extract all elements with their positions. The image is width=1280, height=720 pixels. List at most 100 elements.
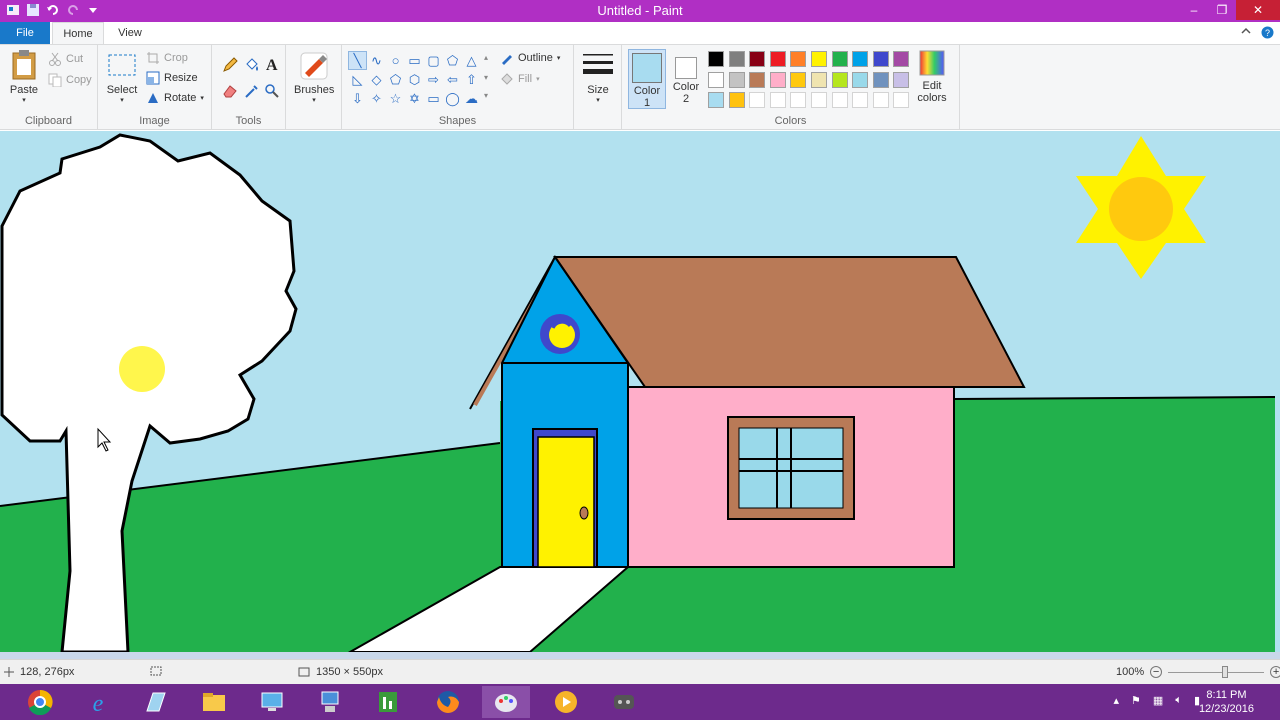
palette-swatch[interactable] bbox=[728, 51, 745, 67]
palette-swatch[interactable] bbox=[893, 71, 910, 88]
tab-home[interactable]: Home bbox=[52, 22, 104, 44]
palette-swatch[interactable] bbox=[728, 92, 745, 108]
show-hidden-icons-icon[interactable]: ▴ bbox=[1114, 694, 1120, 707]
right-triangle-shape-icon[interactable]: ◺ bbox=[348, 70, 367, 89]
down-arrow-shape-icon[interactable]: ⇩ bbox=[348, 89, 367, 108]
spreadsheet-taskbar-icon[interactable] bbox=[364, 686, 412, 718]
triangle-shape-icon[interactable]: △ bbox=[462, 51, 481, 70]
palette-swatch[interactable] bbox=[728, 71, 745, 88]
color1-button[interactable]: Color 1 bbox=[628, 49, 666, 109]
fill-button[interactable]: Fill ▾ bbox=[500, 72, 540, 86]
palette-swatch[interactable] bbox=[852, 92, 869, 108]
palette-swatch[interactable] bbox=[790, 51, 807, 67]
firefox-taskbar-icon[interactable] bbox=[424, 686, 472, 718]
palette-swatch[interactable] bbox=[749, 71, 766, 88]
palette-swatch[interactable] bbox=[769, 51, 786, 67]
tab-file[interactable]: File bbox=[0, 22, 50, 44]
palette-swatch[interactable] bbox=[769, 71, 786, 88]
crop-button[interactable]: Crop bbox=[146, 51, 188, 65]
palette-swatch[interactable] bbox=[708, 71, 724, 88]
palette-swatch[interactable] bbox=[790, 71, 807, 88]
diamond-shape-icon[interactable]: ◇ bbox=[367, 70, 386, 89]
curve-shape-icon[interactable]: ∿ bbox=[367, 51, 386, 70]
internet-explorer-taskbar-icon[interactable]: e bbox=[74, 686, 122, 718]
palette-swatch[interactable] bbox=[831, 71, 848, 88]
shapes-scroll-up-icon[interactable]: ▴ bbox=[484, 53, 488, 62]
six-point-star-shape-icon[interactable]: ✡ bbox=[405, 89, 424, 108]
palette-swatch[interactable] bbox=[749, 51, 766, 67]
brushes-button[interactable]: Brushes ▾ bbox=[294, 49, 334, 104]
hexagon-shape-icon[interactable]: ⬡ bbox=[405, 70, 424, 89]
paint-taskbar-icon[interactable] bbox=[482, 686, 530, 718]
zoom-slider[interactable] bbox=[1168, 665, 1265, 678]
palette-swatch[interactable] bbox=[708, 51, 724, 67]
notepad-taskbar-icon[interactable] bbox=[132, 686, 180, 718]
size-button[interactable]: Size ▾ bbox=[580, 51, 616, 104]
file-explorer-taskbar-icon[interactable] bbox=[190, 686, 238, 718]
copy-button[interactable]: Copy bbox=[48, 73, 92, 87]
rectangle-shape-icon[interactable]: ▭ bbox=[405, 51, 424, 70]
media-taskbar-icon[interactable] bbox=[542, 686, 590, 718]
palette-swatch[interactable] bbox=[749, 92, 766, 108]
up-arrow-shape-icon[interactable]: ⇧ bbox=[462, 70, 481, 89]
zoom-out-button[interactable]: − bbox=[1150, 666, 1163, 678]
oval-callout-shape-icon[interactable]: ◯ bbox=[443, 89, 462, 108]
minimize-button[interactable]: – bbox=[1180, 0, 1208, 20]
text-tool-icon[interactable]: A bbox=[264, 55, 280, 76]
shapes-more-icon[interactable]: ▾ bbox=[484, 91, 488, 100]
palette-swatch[interactable] bbox=[708, 92, 724, 108]
tab-view[interactable]: View bbox=[108, 22, 152, 44]
cut-button[interactable]: Cut bbox=[48, 52, 83, 66]
select-button[interactable]: Select ▾ bbox=[104, 49, 140, 104]
edit-colors-button[interactable]: Edit colors bbox=[910, 49, 954, 104]
palette-swatch[interactable] bbox=[852, 51, 869, 67]
palette-swatch[interactable] bbox=[790, 92, 807, 108]
cloud-callout-shape-icon[interactable]: ☁ bbox=[462, 89, 481, 108]
line-shape-icon[interactable]: ╲ bbox=[348, 51, 367, 70]
palette-swatch[interactable] bbox=[831, 92, 848, 108]
zoom-in-button[interactable]: + bbox=[1270, 666, 1280, 678]
network-taskbar-icon[interactable] bbox=[306, 686, 354, 718]
rotate-button[interactable]: Rotate ▾ bbox=[146, 91, 204, 105]
rectangle-callout-shape-icon[interactable]: ▭ bbox=[424, 89, 443, 108]
drawing-canvas[interactable] bbox=[0, 131, 1280, 652]
eraser-icon[interactable] bbox=[222, 83, 238, 102]
magnifier-icon[interactable] bbox=[264, 83, 280, 102]
palette-swatch[interactable] bbox=[893, 92, 910, 108]
restore-button[interactable]: ❐ bbox=[1208, 0, 1236, 20]
outline-button[interactable]: Outline ▾ bbox=[500, 51, 560, 65]
rounded-rectangle-shape-icon[interactable]: ▢ bbox=[424, 51, 443, 70]
pencil-icon[interactable] bbox=[222, 57, 238, 76]
resize-button[interactable]: Resize bbox=[146, 71, 198, 85]
network-icon[interactable]: ▦ bbox=[1153, 694, 1163, 707]
four-point-star-shape-icon[interactable]: ✧ bbox=[367, 89, 386, 108]
polygon-shape-icon[interactable]: ⬠ bbox=[443, 51, 462, 70]
flag-icon[interactable]: ⚑ bbox=[1131, 694, 1141, 707]
palette-swatch[interactable] bbox=[872, 71, 889, 88]
remote-desktop-taskbar-icon[interactable] bbox=[248, 686, 296, 718]
close-button[interactable]: ✕ bbox=[1236, 0, 1280, 20]
oval-shape-icon[interactable]: ○ bbox=[386, 51, 405, 70]
color2-button[interactable]: Color 2 bbox=[668, 49, 704, 109]
five-point-star-shape-icon[interactable]: ☆ bbox=[386, 89, 405, 108]
palette-swatch[interactable] bbox=[811, 71, 827, 88]
fill-bucket-icon[interactable] bbox=[244, 57, 260, 76]
palette-swatch[interactable] bbox=[769, 92, 786, 108]
shapes-scroll-down-icon[interactable]: ▾ bbox=[484, 73, 488, 82]
paste-button[interactable]: Paste ▾ bbox=[6, 49, 42, 104]
chrome-taskbar-icon[interactable] bbox=[16, 686, 64, 718]
left-arrow-shape-icon[interactable]: ⇦ bbox=[443, 70, 462, 89]
right-arrow-shape-icon[interactable]: ⇨ bbox=[424, 70, 443, 89]
zoom-slider-thumb[interactable] bbox=[1222, 665, 1229, 678]
color-picker-icon[interactable] bbox=[244, 83, 260, 102]
palette-swatch[interactable] bbox=[893, 51, 910, 67]
clock[interactable]: 8:11 PM 12/23/2016 bbox=[1199, 688, 1254, 716]
palette-swatch[interactable] bbox=[811, 92, 827, 108]
minimize-ribbon-icon[interactable] bbox=[1241, 26, 1251, 42]
palette-swatch[interactable] bbox=[852, 71, 869, 88]
game-taskbar-icon[interactable] bbox=[600, 686, 648, 718]
volume-icon[interactable]: 🔈︎ bbox=[1175, 694, 1182, 707]
pentagon-shape-icon[interactable]: ⬠ bbox=[386, 70, 405, 89]
palette-swatch[interactable] bbox=[831, 51, 848, 67]
help-icon[interactable]: ? bbox=[1261, 26, 1274, 42]
